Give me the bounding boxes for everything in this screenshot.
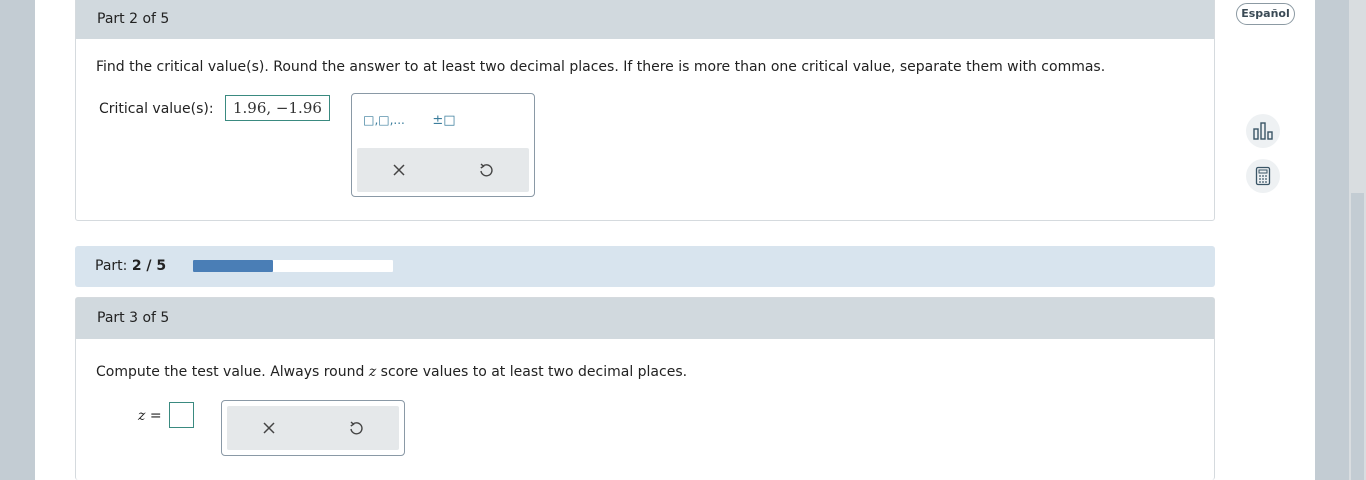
undo-icon[interactable] [344,416,368,440]
palette-actions-2 [227,406,399,450]
list-template-label: □,□,... [363,113,405,127]
progress-track [193,260,393,272]
undo-icon[interactable] [474,158,498,182]
chart-icon[interactable] [1246,114,1280,148]
part-3-question-pre: Compute the test value. Always round [96,364,369,380]
part-2-header: Part 2 of 5 [76,0,1214,39]
language-button[interactable]: Español [1236,3,1295,25]
math-palette: □,□,... ±□ [351,93,535,197]
progress-fill [193,260,273,272]
calculator-icon[interactable] [1246,159,1280,193]
critical-values-label: Critical value(s): [99,101,214,117]
critical-values-input[interactable]: 1.96, −1.96 [225,95,330,121]
math-palette-2 [221,400,405,456]
part-2-question: Find the critical value(s). Round the an… [96,59,1106,75]
palette-actions [357,148,529,192]
plus-minus-button[interactable]: ±□ [426,108,462,132]
part-progress-label: Part: 2 / 5 [95,258,166,274]
z-eq: = [145,408,162,424]
part-progress-caption: Part: [95,258,128,274]
z-equals-label: z = [138,408,162,424]
close-icon[interactable] [257,416,281,440]
part-3-question: Compute the test value. Always round z s… [96,364,687,380]
z-value-input[interactable] [169,402,194,428]
part-3-question-post: score values to at least two decimal pla… [376,364,688,380]
part-progress: Part: 2 / 5 [75,246,1215,287]
scrollbar-thumb[interactable] [1351,193,1364,480]
part-3-header: Part 3 of 5 [76,298,1214,339]
part-progress-value: 2 / 5 [131,258,167,274]
plus-minus-label: ±□ [432,112,456,128]
close-icon[interactable] [387,158,411,182]
list-template-button[interactable]: □,□,... [362,108,406,132]
